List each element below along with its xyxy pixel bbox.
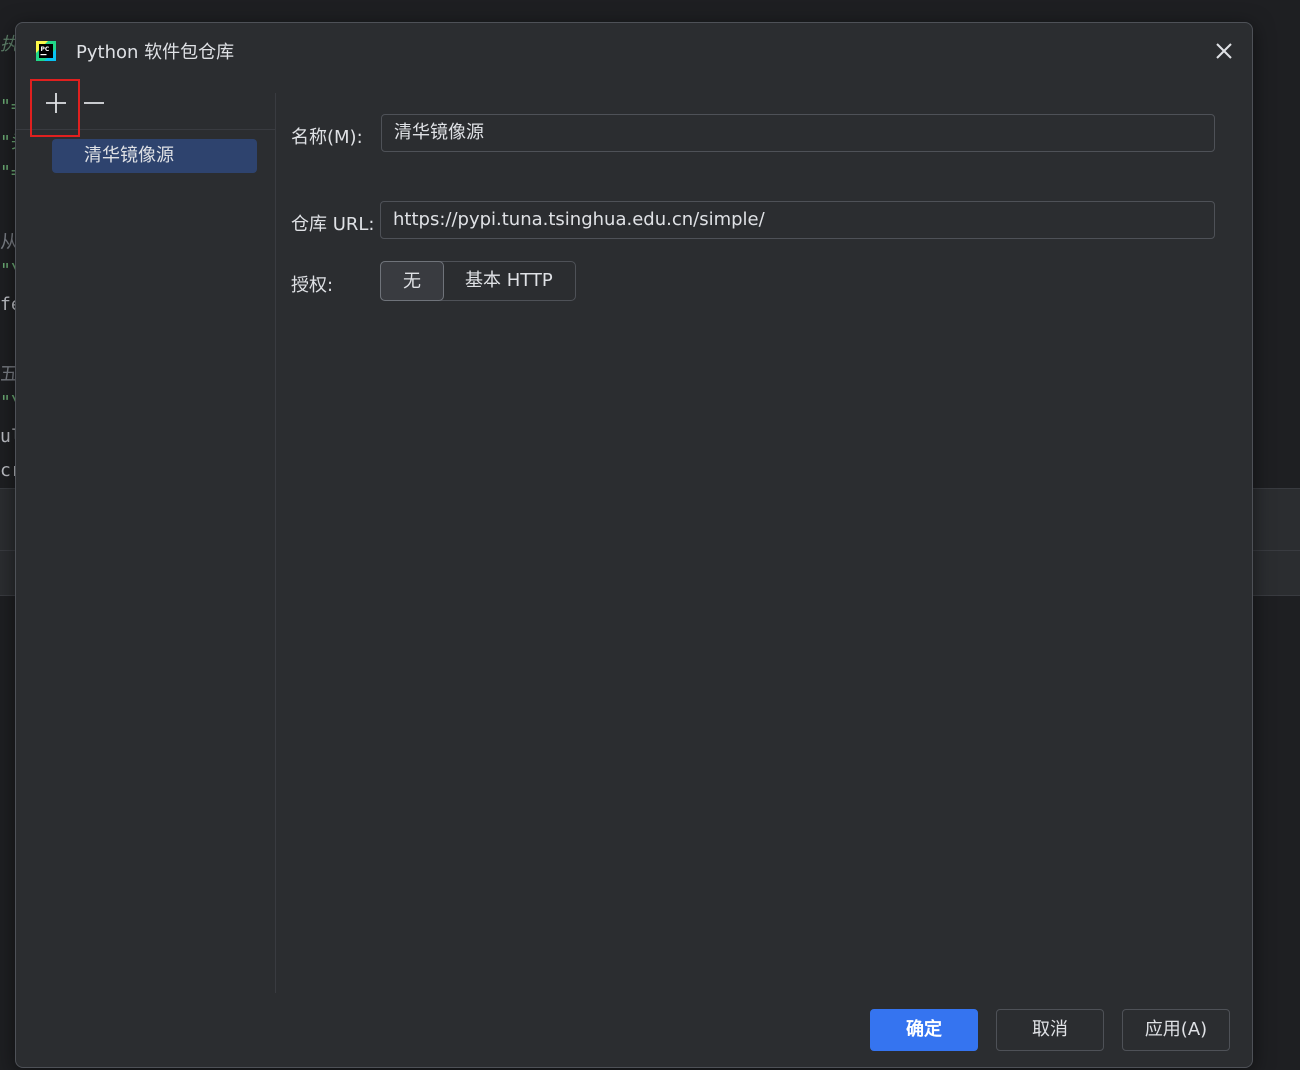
url-label: 仓库 URL: bbox=[291, 214, 375, 235]
dialog-title: Python 软件包仓库 bbox=[76, 42, 235, 63]
python-package-repositories-dialog: PC Python 软件包仓库 清华镜像源 名称(M): 清华镜像源 仓库 UR… bbox=[15, 22, 1253, 1068]
repository-toolbar bbox=[16, 79, 275, 137]
repository-list-pane: 清华镜像源 bbox=[16, 79, 275, 993]
list-item[interactable]: 清华镜像源 bbox=[52, 139, 257, 173]
remove-repository-button[interactable] bbox=[76, 87, 112, 123]
auth-segmented-control: 无 基本 HTTP bbox=[380, 261, 576, 301]
auth-label: 授权: bbox=[291, 275, 334, 296]
close-icon[interactable] bbox=[1210, 37, 1238, 65]
url-field[interactable]: https://pypi.tuna.tsinghua.edu.cn/simple… bbox=[380, 201, 1215, 239]
name-label: 名称(M): bbox=[291, 127, 363, 148]
name-field[interactable]: 清华镜像源 bbox=[381, 114, 1215, 152]
dialog-titlebar: PC Python 软件包仓库 bbox=[16, 23, 1252, 79]
pane-splitter[interactable] bbox=[275, 93, 276, 993]
ok-button[interactable]: 确定 bbox=[870, 1009, 978, 1051]
svg-text:PC: PC bbox=[41, 46, 50, 53]
repository-list: 清华镜像源 bbox=[52, 139, 257, 173]
add-button-highlight-box bbox=[30, 79, 80, 137]
minus-icon bbox=[82, 91, 106, 119]
apply-button[interactable]: 应用(A) bbox=[1122, 1009, 1230, 1051]
pycharm-logo-icon: PC bbox=[34, 39, 58, 63]
auth-option-basic-http[interactable]: 基本 HTTP bbox=[443, 262, 575, 300]
auth-option-none[interactable]: 无 bbox=[380, 261, 444, 301]
cancel-button[interactable]: 取消 bbox=[996, 1009, 1104, 1051]
